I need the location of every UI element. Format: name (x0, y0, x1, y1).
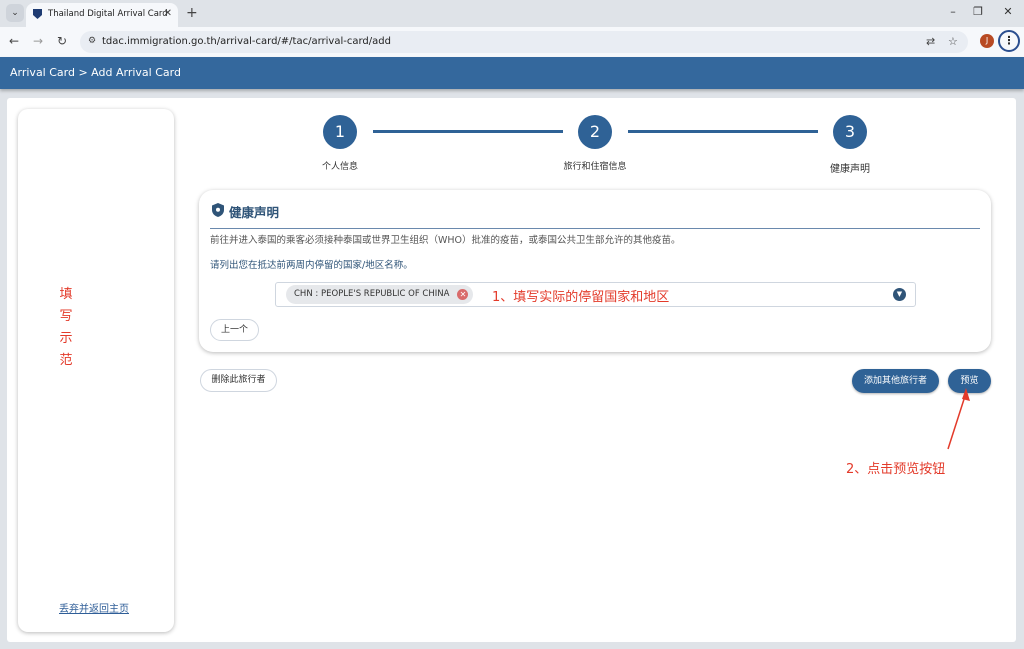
chevron-down-icon[interactable]: ▼ (893, 288, 906, 301)
breadcrumb: Arrival Card > Add Arrival Card (0, 57, 1024, 89)
site-settings-icon[interactable]: ⚙ (88, 36, 96, 46)
profile-avatar[interactable]: J (980, 34, 994, 48)
countries-visited-prompt: 请列出您在抵达前两周内停留的国家/地区名称。 (210, 260, 413, 271)
annotation-step-2: 2、点击预览按钮 (846, 462, 946, 477)
reload-icon[interactable]: ↻ (54, 33, 70, 49)
step-1-label: 个人信息 (321, 162, 358, 172)
window-close-icon[interactable]: ✕ (1000, 4, 1016, 20)
address-bar[interactable]: ⚙ tdac.immigration.go.th/arrival-card/#/… (80, 31, 968, 53)
step-2-label: 旅行和住宿信息 (563, 162, 627, 172)
restore-icon[interactable]: ❐ (970, 4, 986, 20)
step-connector (628, 130, 818, 133)
tab-title: Thailand Digital Arrival Card (48, 9, 168, 19)
browser-toolbar: ← → ↻ ⚙ tdac.immigration.go.th/arrival-c… (0, 27, 1024, 57)
sample-char: 范 (59, 353, 73, 368)
url-text[interactable]: tdac.immigration.go.th/arrival-card/#/ta… (102, 31, 391, 53)
add-traveler-button[interactable]: 添加其他旅行者 (852, 369, 939, 393)
health-title: 健康声明 (229, 205, 280, 220)
step-3-circle: 3 (833, 115, 867, 149)
sample-annotation: 填 写 示 范 (58, 284, 74, 372)
sample-char: 填 (59, 287, 73, 302)
bookmark-star-icon[interactable]: ☆ (948, 35, 958, 49)
back-icon[interactable]: ← (6, 33, 22, 49)
chip-label: CHN : PEOPLE'S REPUBLIC OF CHINA (294, 289, 450, 299)
title-divider (210, 228, 980, 229)
new-tab-icon[interactable]: + (186, 3, 198, 23)
browser-tab-bar: ⌄ Thailand Digital Arrival Card ✕ + – ❐ … (0, 0, 1024, 27)
forward-icon[interactable]: → (30, 33, 46, 49)
sample-char: 示 (59, 331, 73, 346)
browser-tab[interactable]: Thailand Digital Arrival Card ✕ (26, 3, 178, 27)
annotation-arrow-icon (947, 388, 970, 450)
translate-icon[interactable]: ⇄ (926, 35, 935, 49)
step-connector (373, 130, 563, 133)
delete-traveler-button[interactable]: 删除此旅行者 (200, 369, 277, 392)
sample-char: 写 (59, 309, 73, 324)
site-favicon-icon (33, 9, 42, 19)
step-2-circle: 2 (578, 115, 612, 149)
chip-remove-icon[interactable]: ✕ (457, 289, 469, 300)
discard-return-home-link[interactable]: 丢弃并返回主页 (59, 600, 129, 615)
previous-button[interactable]: 上一个 (210, 319, 259, 341)
health-declaration-card (199, 190, 991, 352)
vaccine-requirement-text: 前往并进入泰国的乘客必须接种泰国或世界卫生组织（WHO）批准的疫苗，或泰国公共卫… (210, 235, 681, 246)
tab-search-icon[interactable]: ⌄ (6, 4, 24, 22)
sidebar-card (18, 109, 174, 632)
annotation-step-1: 1、填写实际的停留国家和地区 (492, 290, 670, 305)
selected-country-chip: CHN : PEOPLE'S REPUBLIC OF CHINA ✕ (286, 285, 474, 304)
shield-icon (212, 203, 224, 217)
browser-menu-icon[interactable]: ⋮ (998, 30, 1020, 52)
minimize-icon[interactable]: – (945, 4, 961, 20)
step-3-label: 健康声明 (830, 164, 870, 175)
step-1-circle: 1 (323, 115, 357, 149)
tab-close-icon[interactable]: ✕ (164, 3, 172, 25)
